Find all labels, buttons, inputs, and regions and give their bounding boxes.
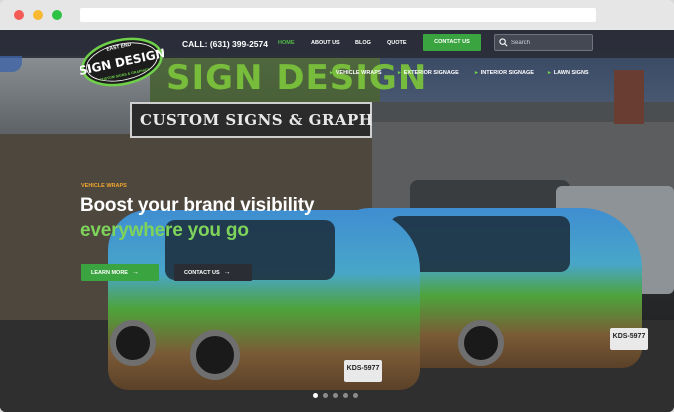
maximize-window-button[interactable] bbox=[52, 10, 62, 20]
hero-contact-button[interactable]: CONTACT US → bbox=[174, 264, 252, 281]
hero-headline: Boost your brand visibility bbox=[80, 195, 315, 216]
subnav-label: INTERIOR SIGNAGE bbox=[480, 70, 534, 76]
search-box bbox=[494, 34, 593, 51]
arrow-right-icon: ▸ bbox=[475, 70, 478, 76]
slide-dot[interactable] bbox=[313, 393, 318, 398]
phone-number[interactable]: CALL: (631) 399-2574 bbox=[182, 39, 268, 49]
storefront-board-text: CUSTOM SIGNS & GRAPHICS 399-2574 bbox=[140, 111, 494, 129]
nav-home[interactable]: HOME bbox=[278, 40, 295, 46]
learn-more-label: LEARN MORE bbox=[91, 270, 128, 276]
slide-dot[interactable] bbox=[353, 393, 358, 398]
nav-about-us[interactable]: ABOUT US bbox=[311, 40, 340, 46]
arrow-right-icon: ▸ bbox=[398, 70, 401, 76]
storefront-sign-text: SIGN DESIGN bbox=[166, 58, 428, 98]
wheel bbox=[190, 330, 240, 380]
hero-contact-label: CONTACT US bbox=[184, 270, 220, 276]
slide-dot[interactable] bbox=[333, 393, 338, 398]
browser-window: SIGN DESIGN CUSTOM SIGNS & GRAPHICS 399-… bbox=[0, 0, 674, 412]
wheel bbox=[458, 320, 504, 366]
slide-dot[interactable] bbox=[323, 393, 328, 398]
page-viewport: SIGN DESIGN CUSTOM SIGNS & GRAPHICS 399-… bbox=[0, 30, 674, 412]
browser-chrome bbox=[0, 0, 674, 30]
search-icon[interactable] bbox=[499, 38, 508, 47]
close-window-button[interactable] bbox=[14, 10, 24, 20]
subnav-vehicle-wraps[interactable]: ▸ VEHICLE WRAPS bbox=[330, 70, 382, 76]
subnav-lawn-signs[interactable]: ▸ LAWN SIGNS bbox=[548, 70, 589, 76]
nav-blog[interactable]: BLOG bbox=[355, 40, 371, 46]
arrow-right-icon: ▸ bbox=[548, 70, 551, 76]
nav-quote[interactable]: QUOTE bbox=[387, 40, 407, 46]
contact-us-button[interactable]: CONTACT US bbox=[423, 34, 481, 51]
minimize-window-button[interactable] bbox=[33, 10, 43, 20]
subnav-label: LAWN SIGNS bbox=[553, 70, 589, 76]
site-logo[interactable]: EAST END SIGN DESIGN CUSTOM SIGNS & GRAP… bbox=[80, 34, 164, 90]
subnav-label: EXTERIOR SIGNAGE bbox=[403, 70, 459, 76]
license-plate: KDS-5977 bbox=[610, 328, 648, 350]
search-input[interactable] bbox=[511, 36, 591, 49]
learn-more-button[interactable]: LEARN MORE → bbox=[81, 264, 159, 281]
arrow-right-icon: ▸ bbox=[330, 70, 333, 76]
arrow-right-icon: → bbox=[131, 269, 139, 276]
hero-headline-highlight: everywhere you go bbox=[80, 220, 249, 241]
subnav-interior-signage[interactable]: ▸ INTERIOR SIGNAGE bbox=[475, 70, 534, 76]
subnav-label: VEHICLE WRAPS bbox=[335, 70, 382, 76]
arrow-right-icon: → bbox=[223, 269, 231, 276]
wheel bbox=[110, 320, 156, 366]
slide-dot[interactable] bbox=[343, 393, 348, 398]
subnav-exterior-signage[interactable]: ▸ EXTERIOR SIGNAGE bbox=[398, 70, 459, 76]
hero-eyebrow: VEHICLE WRAPS bbox=[81, 183, 127, 189]
chimney bbox=[614, 70, 644, 124]
address-bar[interactable] bbox=[80, 8, 596, 22]
license-plate: KDS-5977 bbox=[344, 360, 382, 382]
